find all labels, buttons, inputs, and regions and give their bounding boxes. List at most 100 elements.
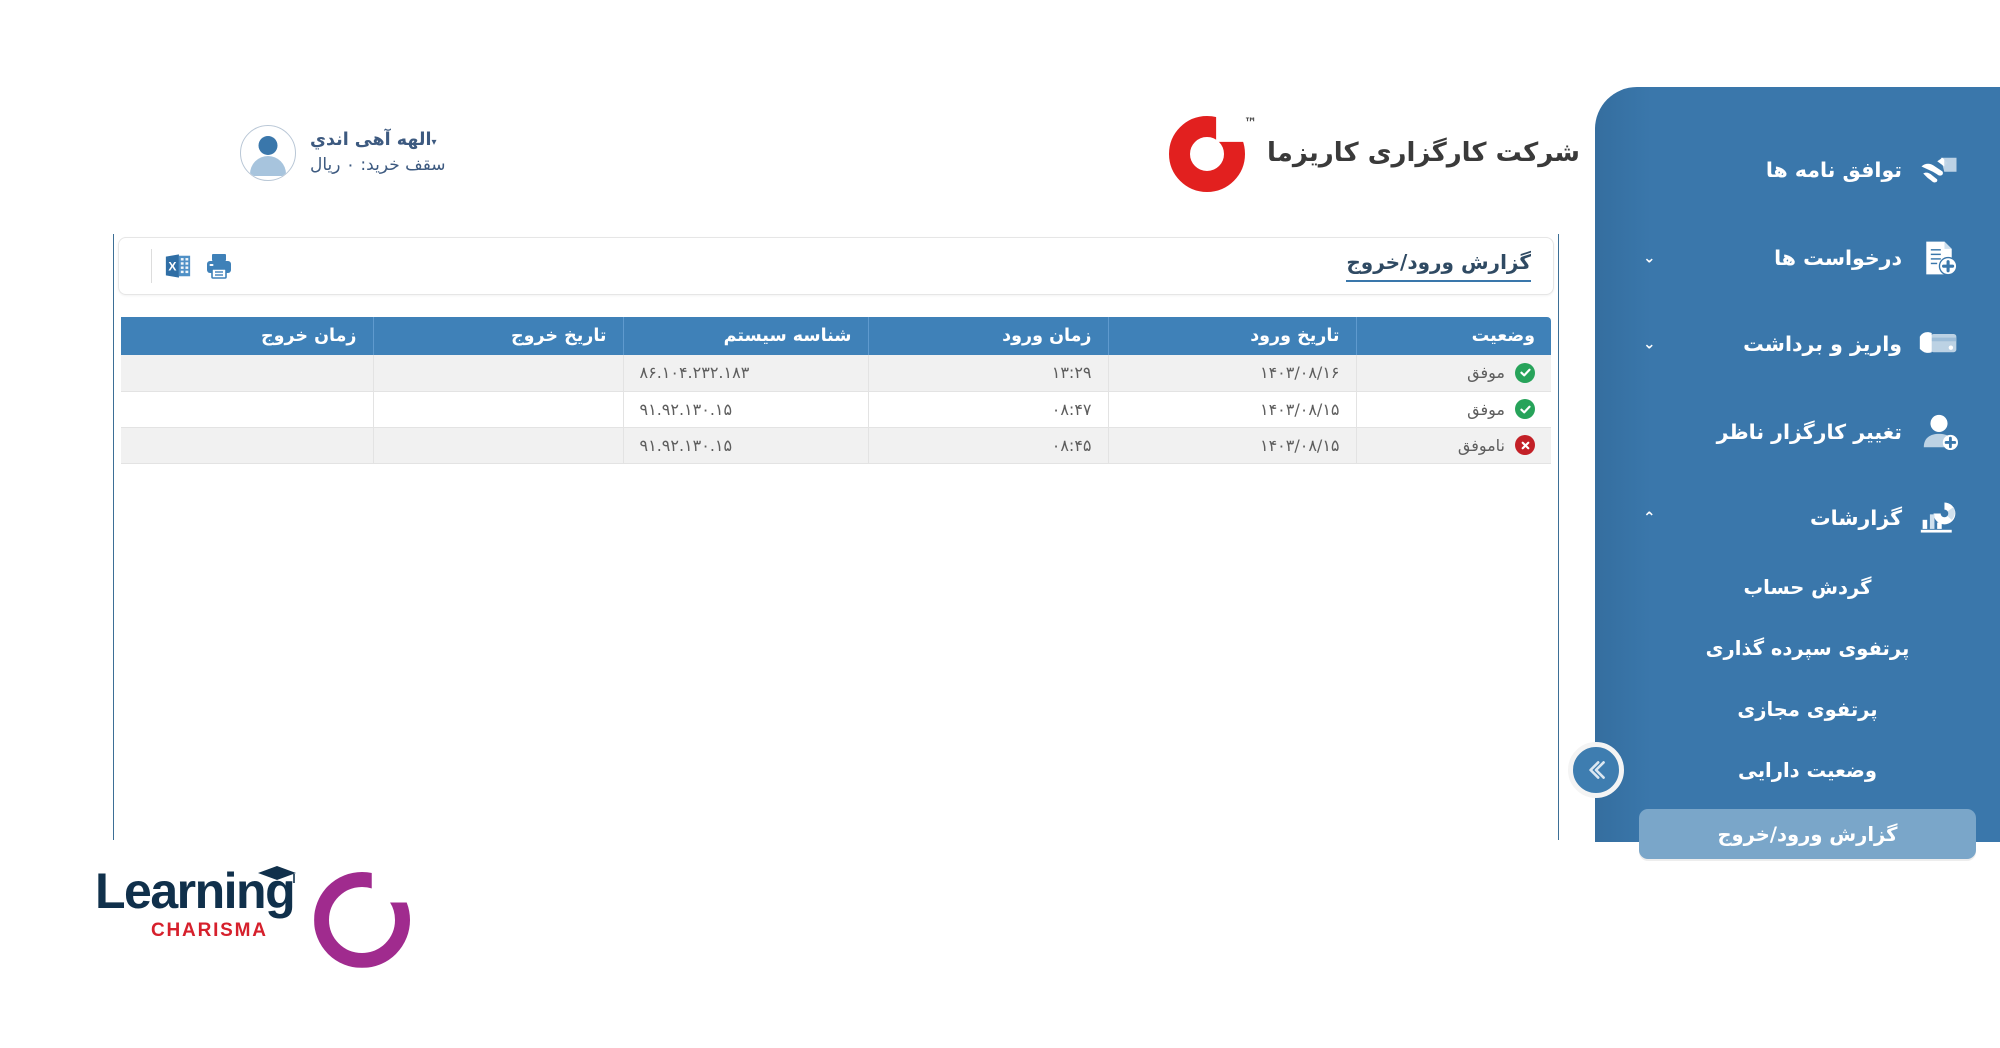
check-circle-icon: [1515, 362, 1535, 383]
cell-login-date: ۱۴۰۳/۰۸/۱۵: [1107, 427, 1356, 464]
print-icon: [207, 254, 231, 279]
avatar-head: [258, 136, 278, 155]
col-header-login-time[interactable]: زمان ورود: [867, 317, 1108, 355]
logo-wordmark: Learning CHARISMA: [95, 866, 297, 942]
status-label: موفق: [1467, 363, 1505, 383]
x-circle-icon: [1515, 435, 1535, 455]
chevron-down-icon: ⌄: [1643, 248, 1656, 267]
cell-login-time: ۰۸:۴۷: [867, 391, 1108, 428]
cell-logout-time: [121, 427, 373, 464]
sidebar-subitem-deposit-portfolio[interactable]: پرتفوی سپرده گذاری: [1639, 626, 1976, 670]
sidebar-subitem-label: گردش حساب: [1743, 575, 1872, 599]
excel-export-icon: X: [165, 254, 191, 278]
col-header-logout-time[interactable]: زمان خروج: [121, 317, 373, 355]
sidebar-subitem-label: پرتفوی مجازی: [1737, 697, 1878, 721]
user-text-block: ▾الهه آهی اندي سقف خرید: ۰ ریال: [310, 127, 446, 179]
cell-login-time: ۱۳:۲۹: [867, 355, 1108, 392]
cell-status: موفق: [1355, 391, 1551, 428]
cell-logout-date: [372, 427, 623, 464]
table-row[interactable]: ناموفق ۱۴۰۳/۰۸/۱۵ ۰۸:۴۵ ۹۱.۹۲.۱۳۰.۱۵: [121, 427, 1551, 464]
sidebar-item-label: درخواست ها: [1774, 246, 1902, 270]
col-header-status[interactable]: وضعیت: [1355, 317, 1551, 355]
status-label: ناموفق: [1457, 435, 1505, 455]
sidebar-item-label: تغییر کارگزار ناظر: [1716, 420, 1902, 444]
user-name: ▾الهه آهی اندي: [310, 127, 446, 153]
toolbar: X: [141, 249, 234, 283]
handshake-icon: [1916, 149, 1962, 191]
sidebar-item-deposit-withdraw[interactable]: واریز و برداشت ⌄: [1623, 313, 1988, 375]
cell-logout-date: [372, 355, 623, 392]
graduation-cap-icon: [256, 864, 298, 890]
user-add-icon: [1916, 411, 1962, 453]
col-header-system-id[interactable]: شناسه سیستم: [622, 317, 868, 355]
avatar[interactable]: [240, 125, 296, 181]
reports-chart-icon: [1916, 497, 1962, 539]
logo-ring: [1169, 116, 1245, 192]
brand-logo-area: شرکت کارگزاری کاریزما ™: [1165, 110, 1580, 196]
purchase-limit-label: سقف خرید: ۰ ریال: [310, 155, 446, 176]
brand-name: شرکت کارگزاری کاریزما: [1267, 138, 1580, 168]
cell-system-id: ۸۶.۱۰۴.۲۳۲.۱۸۳: [622, 355, 868, 392]
user-menu[interactable]: ▾الهه آهی اندي سقف خرید: ۰ ریال: [240, 125, 446, 181]
charisma-logo-icon: ™: [1165, 110, 1257, 196]
print-button[interactable]: [204, 251, 234, 281]
page-title: گزارش ورود/خروج: [1346, 250, 1531, 282]
toolbar-divider: [151, 249, 152, 283]
logo-ring-icon: [314, 872, 380, 938]
sidebar-item-change-broker[interactable]: تغییر کارگزار ناظر: [1623, 401, 1988, 463]
sidebar-item-label: گزارشات: [1810, 506, 1902, 530]
cell-system-id: ۹۱.۹۲.۱۳۰.۱۵: [622, 427, 868, 464]
sidebar-subitem-label: گزارش ورود/خروج: [1717, 822, 1898, 846]
cell-logout-date: [372, 391, 623, 428]
cell-status: موفق: [1355, 355, 1551, 392]
avatar-body: [250, 156, 286, 176]
chevron-down-icon: ▾: [431, 137, 437, 149]
cell-status: ناموفق: [1355, 427, 1551, 464]
sidebar-subitem-login-logout-report[interactable]: گزارش ورود/خروج: [1639, 809, 1976, 859]
chevrons-right-icon: [1589, 761, 1605, 779]
sidebar-subitem-label: پرتفوی سپرده گذاری: [1705, 636, 1910, 660]
table-head: وضعیت تاریخ ورود زمان ورود شناسه سیستم ت…: [121, 317, 1551, 355]
sidebar: توافق نامه ها درخواست ها ⌄ واریز و برداش…: [1568, 87, 2000, 859]
check-circle-icon: [1515, 399, 1535, 419]
login-logout-table: وضعیت تاریخ ورود زمان ورود شناسه سیستم ت…: [121, 317, 1551, 464]
excel-export-button[interactable]: X: [164, 252, 192, 280]
table-body: موفق ۱۴۰۳/۰۸/۱۶ ۱۳:۲۹ ۸۶.۱۰۴.۲۳۲.۱۸۳ موف…: [121, 355, 1551, 464]
chevron-up-icon: ⌃: [1643, 508, 1656, 527]
cell-login-time: ۰۸:۴۵: [867, 427, 1108, 464]
chevron-down-icon: ⌄: [1643, 334, 1656, 353]
sidebar-inner: توافق نامه ها درخواست ها ⌄ واریز و برداش…: [1595, 87, 2000, 859]
cell-logout-time: [121, 391, 373, 428]
status-badge: موفق: [1373, 362, 1535, 383]
sidebar-subitem-account-turnover[interactable]: گردش حساب: [1639, 565, 1976, 609]
credit-card-icon: [1916, 323, 1962, 365]
table-row[interactable]: موفق ۱۴۰۳/۰۸/۱۶ ۱۳:۲۹ ۸۶.۱۰۴.۲۳۲.۱۸۳: [121, 355, 1551, 392]
table-row[interactable]: موفق ۱۴۰۳/۰۸/۱۵ ۰۸:۴۷ ۹۱.۹۲.۱۳۰.۱۵: [121, 391, 1551, 428]
col-header-logout-date[interactable]: تاریخ خروج: [372, 317, 623, 355]
cell-system-id: ۹۱.۹۲.۱۳۰.۱۵: [622, 391, 868, 428]
sidebar-toggle-button[interactable]: [1568, 742, 1624, 798]
content-panel: گزارش ورود/خروج X وضعیت تاریخ ورود زمان …: [113, 234, 1559, 840]
cell-logout-time: [121, 355, 373, 392]
status-badge: ناموفق: [1373, 435, 1535, 455]
status-label: موفق: [1467, 399, 1505, 419]
sidebar-item-requests[interactable]: درخواست ها ⌄: [1623, 227, 1988, 289]
sidebar-item-label: توافق نامه ها: [1765, 158, 1902, 182]
sidebar-item-agreements[interactable]: توافق نامه ها: [1623, 139, 1988, 201]
learning-charisma-logo: Learning CHARISMA: [95, 866, 380, 942]
table-header-row: وضعیت تاریخ ورود زمان ورود شناسه سیستم ت…: [121, 317, 1551, 355]
col-header-login-date[interactable]: تاریخ ورود: [1107, 317, 1356, 355]
sidebar-subitem-asset-status[interactable]: وضعیت دارایی: [1639, 748, 1976, 792]
app-root: توافق نامه ها درخواست ها ⌄ واریز و برداش…: [0, 0, 2000, 1048]
logo-word-charisma: CHARISMA: [151, 919, 268, 941]
sidebar-subitem-virtual-portfolio[interactable]: پرتفوی مجازی: [1639, 687, 1976, 731]
user-name-label: الهه آهی اندي: [310, 130, 432, 151]
sidebar-item-label: واریز و برداشت: [1743, 332, 1902, 356]
sidebar-item-reports[interactable]: گزارشات ⌃: [1623, 487, 1988, 549]
cell-login-date: ۱۴۰۳/۰۸/۱۵: [1107, 391, 1356, 428]
status-badge: موفق: [1373, 399, 1535, 419]
cell-login-date: ۱۴۰۳/۰۸/۱۶: [1107, 355, 1356, 392]
sidebar-subitem-label: وضعیت دارایی: [1738, 758, 1878, 782]
document-add-icon: [1916, 237, 1962, 279]
page-titlebar: گزارش ورود/خروج X: [118, 237, 1554, 295]
